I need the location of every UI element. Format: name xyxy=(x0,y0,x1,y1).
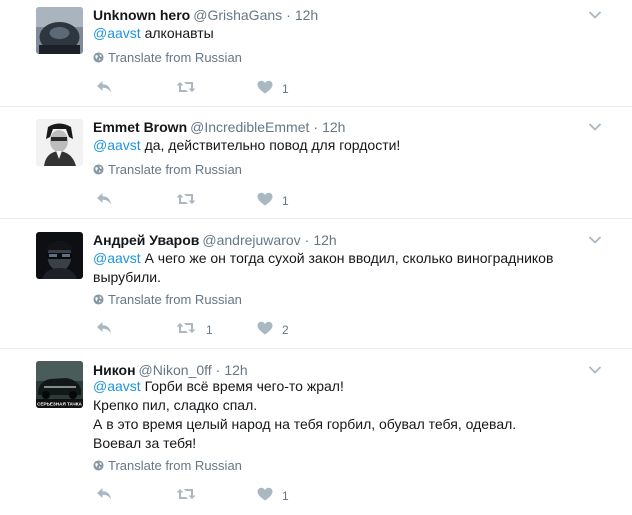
retweet-icon xyxy=(176,489,196,499)
like-button[interactable]: 1 xyxy=(257,487,297,505)
reply-button[interactable] xyxy=(96,192,116,210)
timestamp[interactable]: 12h xyxy=(224,362,247,378)
separator: · xyxy=(286,7,291,23)
reply-button[interactable] xyxy=(96,321,116,339)
avatar[interactable] xyxy=(36,232,83,279)
reply-icon xyxy=(97,322,111,334)
tweet-text-line: алконавты xyxy=(140,25,214,41)
translate-link[interactable]: Translate from Russian xyxy=(93,50,242,66)
reply-button[interactable] xyxy=(96,487,116,505)
globe-icon xyxy=(93,460,104,471)
mention-link[interactable]: @aavst xyxy=(93,25,141,41)
tweet[interactable]: Андрей Уваров @andrejuwarov · 12h @aavst А … xyxy=(0,219,632,348)
chevron-down-icon[interactable] xyxy=(588,235,602,245)
retweet-icon xyxy=(176,194,196,204)
like-count: 2 xyxy=(282,323,289,337)
tweet[interactable]: СЕРЬЕЗНАЯ ТАЧКА Никон @Nikon_0ff · 12h @aav… xyxy=(0,349,632,515)
avatar[interactable]: СЕРЬЕЗНАЯ ТАЧКА xyxy=(36,361,83,408)
user-handle[interactable]: @andrejuwarov xyxy=(202,232,300,248)
retweet-button[interactable] xyxy=(176,487,216,505)
chevron-down-icon[interactable] xyxy=(588,365,602,375)
like-count: 1 xyxy=(282,489,289,503)
user-name[interactable]: Unknown hero xyxy=(93,7,190,23)
separator: · xyxy=(304,232,310,248)
heart-icon xyxy=(257,487,273,501)
translate-label: Translate from Russian xyxy=(108,162,242,177)
tweet-text: @aavst А чего же он тогда сухой закон вв… xyxy=(93,249,573,287)
reply-button[interactable] xyxy=(96,80,116,98)
timestamp[interactable]: 12h xyxy=(295,7,318,23)
tweet-text-line: Горби всё время чего-то жрал! xyxy=(140,378,344,394)
retweet-icon xyxy=(176,82,196,92)
globe-icon xyxy=(93,294,104,305)
user-handle[interactable]: @IncredibleEmmet xyxy=(190,119,309,135)
mention-link[interactable]: @aavst xyxy=(93,250,141,266)
user-name[interactable]: Андрей Уваров xyxy=(93,232,199,248)
svg-text:СЕРЬЕЗНАЯ ТАЧКА: СЕРЬЕЗНАЯ ТАЧКА xyxy=(37,402,82,407)
chevron-down-icon[interactable] xyxy=(588,122,602,132)
heart-icon xyxy=(257,80,273,94)
mention-link[interactable]: @aavst xyxy=(93,378,141,394)
tweet-text-line: А в это время целый народ на тебя горбил… xyxy=(93,416,517,432)
user-handle[interactable]: @Nikon_0ff xyxy=(139,362,212,378)
retweet-icon xyxy=(176,323,196,333)
translate-link[interactable]: Translate from Russian xyxy=(93,458,242,474)
timestamp[interactable]: 12h xyxy=(322,119,345,135)
tweet-text: @aavst Горби всё время чего-то жрал! Кре… xyxy=(93,377,573,453)
globe-icon xyxy=(93,52,104,63)
separator: · xyxy=(313,119,319,135)
like-button[interactable]: 2 xyxy=(257,321,297,339)
like-count: 1 xyxy=(282,82,289,96)
separator: · xyxy=(215,362,221,378)
heart-icon xyxy=(257,192,273,206)
retweet-button[interactable]: 1 xyxy=(176,321,216,339)
retweet-button[interactable] xyxy=(176,192,216,210)
avatar[interactable] xyxy=(36,119,83,166)
user-handle[interactable]: @GrishaGans xyxy=(193,7,282,23)
tweet[interactable]: Unknown hero @GrishaGans · 12h @aavst алкон… xyxy=(0,0,632,106)
tweet-text-line: А чего же он тогда сухой закон вводил, с… xyxy=(140,250,554,266)
globe-icon xyxy=(93,164,104,175)
translate-link[interactable]: Translate from Russian xyxy=(93,162,242,178)
avatar[interactable] xyxy=(36,7,83,54)
translate-label: Translate from Russian xyxy=(108,50,242,65)
reply-icon xyxy=(97,193,111,205)
like-count: 1 xyxy=(282,194,289,208)
like-button[interactable]: 1 xyxy=(257,80,297,98)
tweet-text: @aavst алконавты xyxy=(93,24,573,43)
tweet[interactable]: Emmet Brown @IncredibleEmmet · 12h @aavst д… xyxy=(0,107,632,218)
tweet-text-line: да, действительно повод для гордости! xyxy=(140,137,401,153)
timestamp[interactable]: 12h xyxy=(313,232,336,248)
chevron-down-icon[interactable] xyxy=(588,10,602,20)
retweet-count: 1 xyxy=(206,323,213,337)
user-name[interactable]: Emmet Brown xyxy=(93,119,187,135)
tweet-text-line: Воевал за тебя! xyxy=(93,435,197,451)
like-button[interactable]: 1 xyxy=(257,192,297,210)
reply-icon xyxy=(97,488,111,500)
tweet-text: @aavst да, действительно повод для гордо… xyxy=(93,136,573,155)
translate-label: Translate from Russian xyxy=(108,458,242,473)
mention-link[interactable]: @aavst xyxy=(93,137,141,153)
retweet-button[interactable] xyxy=(176,80,216,98)
tweet-text-line: вырубили. xyxy=(93,269,162,285)
translate-label: Translate from Russian xyxy=(108,292,242,307)
reply-icon xyxy=(97,81,111,93)
translate-link[interactable]: Translate from Russian xyxy=(93,292,242,308)
tweet-text-line: Крепко пил, сладко спал. xyxy=(93,397,258,413)
heart-icon xyxy=(257,321,273,335)
user-name[interactable]: Никон xyxy=(93,362,136,378)
